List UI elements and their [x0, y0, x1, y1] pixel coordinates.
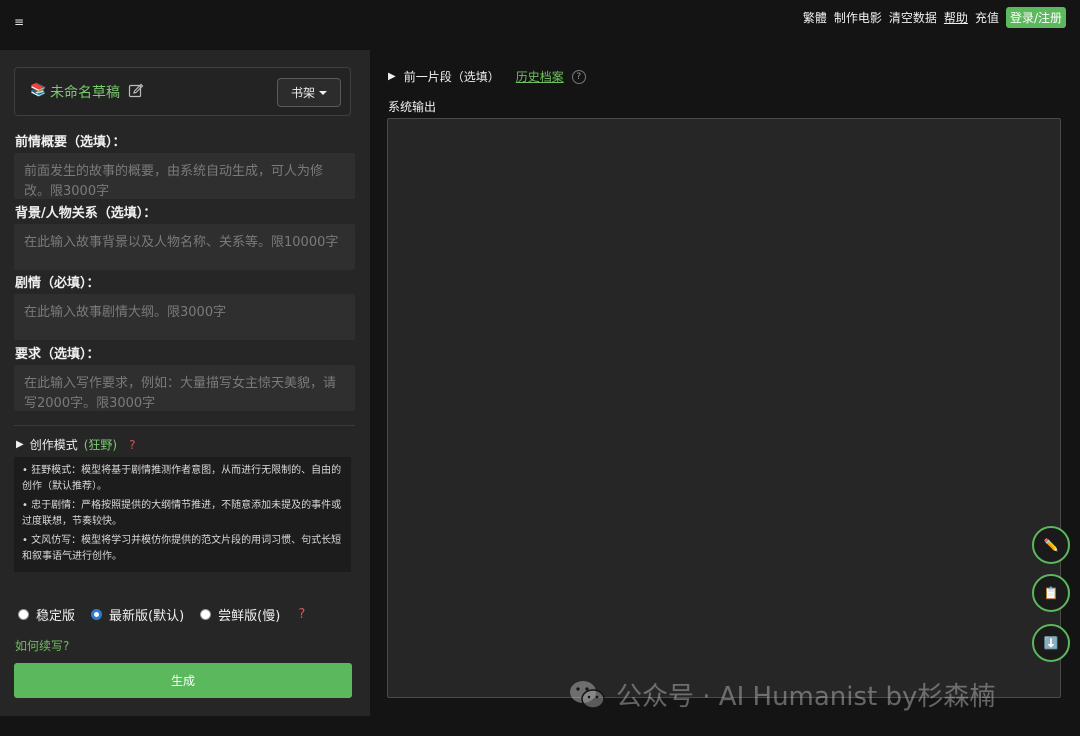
download-icon: ⬇️: [1043, 636, 1059, 650]
history-archive-link[interactable]: 历史档案: [516, 68, 564, 85]
radio-beta[interactable]: 尝鲜版(慢): [200, 605, 280, 624]
document-title[interactable]: 未命名草稿: [50, 82, 120, 102]
top-bar: ≡ 繁體 制作电影 清空数据 帮助 充值 登录/注册: [0, 0, 1080, 48]
nav-make-movie[interactable]: 制作电影: [834, 9, 882, 26]
clipboard-icon: 📋: [1043, 586, 1059, 600]
bookshelf-button[interactable]: 书架: [277, 78, 341, 107]
requirements-label: 要求（选填）：: [15, 347, 100, 362]
howto-continue-link[interactable]: 如何续写?: [15, 637, 69, 654]
creation-mode-help[interactable]: ?: [129, 438, 135, 452]
previous-fragment-label[interactable]: 前一片段（选填）: [404, 68, 500, 85]
generate-button[interactable]: 生成: [14, 663, 352, 698]
caret-down-icon: [319, 90, 327, 95]
plot-input[interactable]: 在此输入故事剧情大纲。限3000字: [14, 294, 355, 340]
divider: [14, 425, 355, 426]
radio-latest-label: 最新版(默认): [109, 609, 185, 624]
clipboard-button[interactable]: 📋: [1032, 574, 1070, 612]
background-input[interactable]: 在此输入故事背景以及人物名称、关系等。限10000字: [14, 224, 355, 270]
expand-triangle-icon: ▶: [16, 439, 24, 450]
nav-traditional-chinese[interactable]: 繁體: [803, 9, 827, 26]
books-icon: 📚: [30, 83, 47, 98]
document-card: 📚 未命名草稿 书架: [14, 67, 351, 116]
system-output-area[interactable]: [387, 118, 1061, 698]
top-nav: 繁體 制作电影 清空数据 帮助 充值 登录/注册: [803, 6, 1066, 28]
watermark: 公众号 · AI Humanist by杉森楠: [568, 676, 995, 713]
nav-clear-data[interactable]: 清空数据: [889, 9, 937, 26]
hamburger-icon[interactable]: ≡: [14, 12, 34, 32]
previous-fragment-row: ▶ 前一片段（选填） 历史档案 ?: [388, 68, 586, 85]
radio-stable[interactable]: 稳定版: [18, 605, 75, 624]
help-circle-icon[interactable]: ?: [571, 69, 586, 84]
mode-desc-style: • 文风仿写：模型将学习并模仿你提供的范文片段的用词习惯、句式长短和叙事语气进行…: [22, 535, 342, 562]
login-register-button[interactable]: 登录/注册: [1005, 6, 1066, 28]
wechat-logo-icon: [570, 680, 605, 709]
radio-beta-label: 尝鲜版(慢): [218, 609, 281, 624]
requirements-input[interactable]: 在此输入写作要求，例如：大量描写女主惊天美貌，请写2000字。限3000字: [14, 365, 355, 411]
creation-mode-value: (狂野): [83, 438, 118, 452]
creation-mode-toggle[interactable]: ▶ 创作模式 (狂野) ?: [16, 436, 135, 453]
pencil-button[interactable]: ✏️: [1032, 526, 1070, 564]
system-output-label: 系统输出: [388, 100, 437, 114]
version-help[interactable]: ?: [298, 607, 305, 622]
download-button[interactable]: ⬇️: [1032, 624, 1070, 662]
edit-icon[interactable]: [128, 83, 144, 99]
radio-latest[interactable]: 最新版(默认): [91, 605, 184, 624]
expand-triangle-icon[interactable]: ▶: [388, 71, 396, 82]
bookshelf-label: 书架: [290, 86, 315, 100]
prologue-label: 前情概要（选填）：: [15, 135, 126, 150]
radio-button[interactable]: [200, 609, 212, 620]
left-panel: 📚 未命名草稿 书架 前情概要（选填）： 前面发生的故事的概要，由系统自动生成，…: [0, 50, 370, 716]
pencil-icon: ✏️: [1043, 538, 1059, 552]
nav-help[interactable]: 帮助: [944, 9, 968, 26]
prologue-input[interactable]: 前面发生的故事的概要，由系统自动生成，可人为修改。限3000字: [14, 153, 355, 199]
creation-mode-label: 创作模式: [29, 438, 78, 452]
background-label: 背景/人物关系（选填）：: [15, 206, 157, 221]
watermark-text: 公众号 · AI Humanist by杉森楠: [616, 682, 996, 712]
mode-desc-faithful: • 忠于剧情：严格按照提供的大纲情节推进，不随意添加未提及的事件或过度联想，节奏…: [22, 500, 342, 527]
mode-desc-wild: • 狂野模式：模型将基于剧情推测作者意图，从而进行无限制的、自由的创作（默认推荐…: [22, 465, 342, 492]
mode-description-box: • 狂野模式：模型将基于剧情推测作者意图，从而进行无限制的、自由的创作（默认推荐…: [14, 457, 351, 572]
radio-button-selected[interactable]: [91, 609, 103, 620]
plot-label: 剧情（必填）：: [15, 276, 100, 291]
radio-stable-label: 稳定版: [36, 609, 76, 624]
nav-recharge[interactable]: 充值: [975, 9, 999, 26]
radio-button[interactable]: [18, 609, 29, 620]
version-radio-group: 稳定版 最新版(默认) 尝鲜版(慢) ?: [18, 605, 305, 624]
